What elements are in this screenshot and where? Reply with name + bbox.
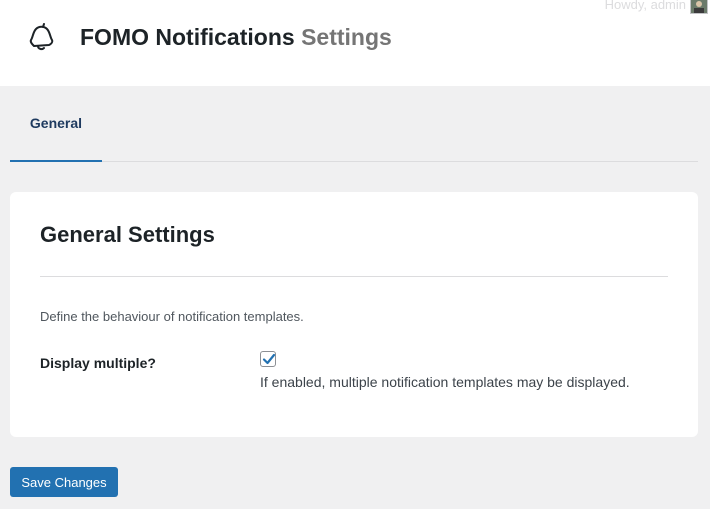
- save-changes-button[interactable]: Save Changes: [10, 467, 118, 497]
- section-title: General Settings: [40, 222, 215, 247]
- general-settings-card: General Settings Define the behaviour of…: [10, 192, 698, 437]
- tab-general[interactable]: General: [10, 86, 102, 162]
- settings-tabs: General: [10, 86, 698, 162]
- page-title: FOMO Notifications Settings: [80, 24, 392, 51]
- plugin-header: Howdy, admin FOMO Notifications Settings: [0, 0, 710, 86]
- display-multiple-help: If enabled, multiple notification templa…: [260, 374, 630, 390]
- section-divider: [40, 276, 668, 277]
- section-description: Define the behaviour of notification tem…: [40, 309, 304, 324]
- bell-icon: [24, 22, 56, 54]
- tab-general-label: General: [29, 115, 83, 131]
- check-icon: [262, 353, 276, 365]
- page-title-sub: Settings: [301, 24, 392, 50]
- howdy-greeting[interactable]: Howdy, admin: [605, 0, 686, 12]
- display-multiple-label: Display multiple?: [40, 355, 156, 371]
- display-multiple-checkbox[interactable]: [260, 351, 276, 367]
- page-title-main: FOMO Notifications: [80, 24, 295, 50]
- user-avatar[interactable]: [690, 0, 708, 14]
